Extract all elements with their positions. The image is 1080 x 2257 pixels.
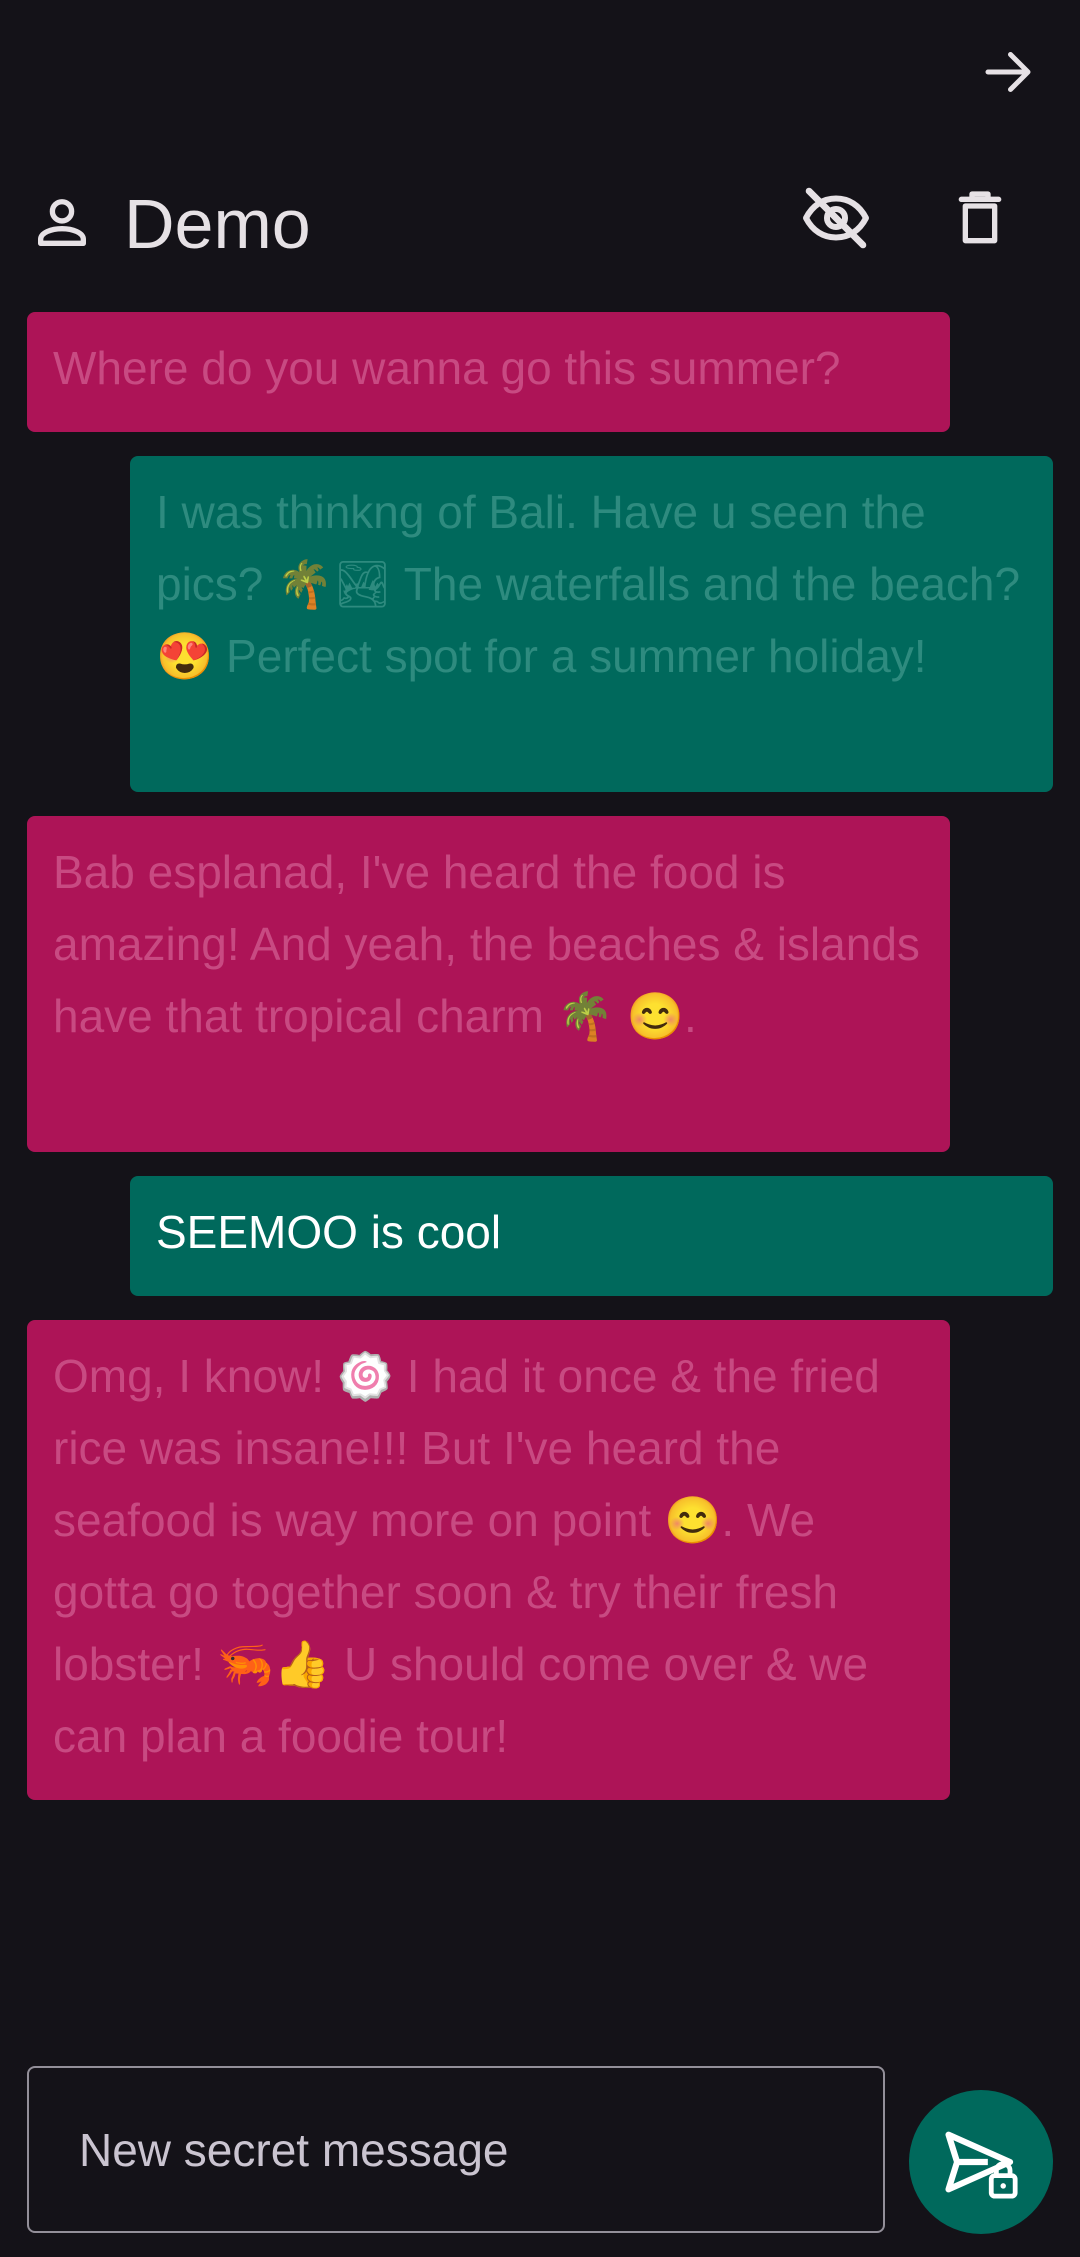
delete-chat-button[interactable] (936, 174, 1024, 262)
message-bubble-received[interactable]: Bab esplanad, I've heard the food is ama… (27, 816, 950, 1152)
chat-screen: Demo Where do you wanna go this summer? … (0, 0, 1080, 2257)
message-bubble-received[interactable]: Omg, I know! 🍥 I had it once & the fried… (27, 1320, 950, 1800)
trash-icon (958, 191, 1002, 244)
top-bar (0, 0, 1080, 140)
message-bubble-sent[interactable]: I was thinkng of Bali. Have u seen the p… (130, 456, 1053, 792)
person-outline-icon (38, 199, 86, 246)
contact-name: Demo (124, 185, 311, 263)
message-composer[interactable] (27, 2066, 885, 2233)
toggle-visibility-button[interactable] (792, 174, 880, 262)
eye-off-icon (803, 187, 869, 249)
new-message-input[interactable] (77, 2121, 883, 2178)
message-bubble-received[interactable]: Where do you wanna go this summer? (27, 312, 950, 432)
chat-header: Demo (0, 160, 1080, 270)
message-bubble-sent-revealed[interactable]: SEEMOO is cool (130, 1176, 1053, 1296)
send-encrypted-button[interactable] (909, 2090, 1053, 2234)
arrow-forward-icon (985, 52, 1031, 92)
send-lock-icon (945, 2131, 1018, 2199)
forward-button[interactable] (972, 36, 1044, 108)
